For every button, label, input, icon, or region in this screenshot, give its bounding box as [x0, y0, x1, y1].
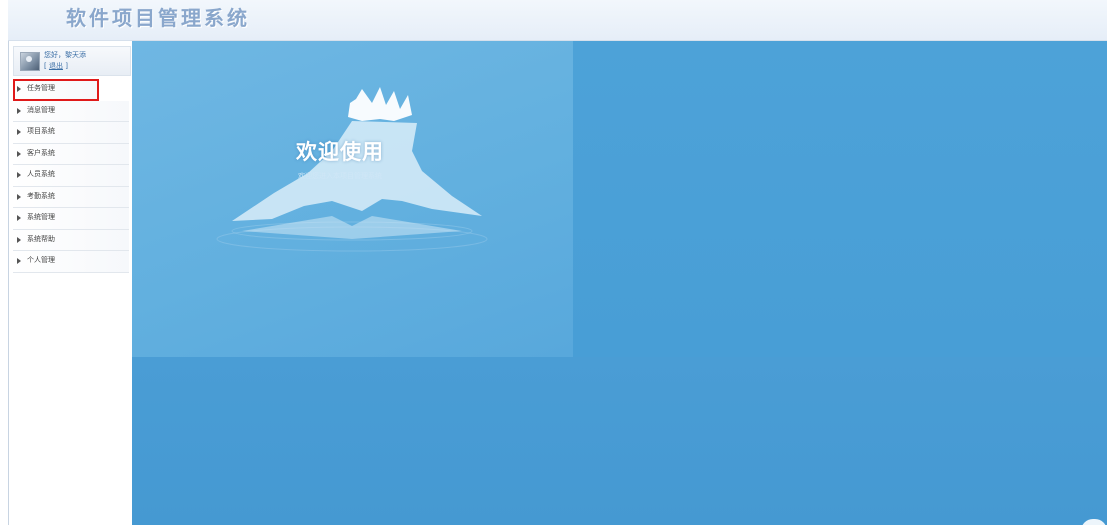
triangle-right-icon	[17, 258, 21, 264]
sidebar: 您好，黎天添 [ 退出 ] 任务管理 消息管理 项目系统 客户系统 人员系统 考…	[8, 41, 134, 525]
main-background-right	[573, 41, 1107, 357]
sidebar-item-label: 考勤系统	[27, 191, 55, 200]
sidebar-item-message-management[interactable]: 消息管理	[13, 100, 129, 122]
sidebar-item-system-management[interactable]: 系统管理	[13, 208, 129, 230]
triangle-right-icon	[17, 215, 21, 221]
app-title: 软件项目管理系统	[66, 6, 250, 30]
logout-bracket-close: ]	[65, 62, 68, 70]
app-header: 软件项目管理系统	[8, 0, 1107, 41]
main-content: 欢迎使用 欢迎您进入本项目管理系统	[132, 41, 1107, 525]
sidebar-item-staff-system[interactable]: 人员系统	[13, 165, 129, 187]
main-background-lower	[132, 357, 1107, 525]
sidebar-item-label: 系统管理	[27, 213, 55, 221]
app-window: 软件项目管理系统 您好，黎天添 [ 退出 ] 任务管理 消息管理 项目系统 客户…	[8, 0, 1107, 525]
sidebar-nav: 任务管理 消息管理 项目系统 客户系统 人员系统 考勤系统 系统管理 系统帮助 …	[13, 79, 129, 273]
user-greeting: 您好，黎天添	[44, 51, 86, 59]
sidebar-item-label: 客户系统	[27, 148, 55, 157]
sidebar-item-project-system[interactable]: 项目系统	[13, 122, 129, 144]
logout-bracket-open: [	[44, 62, 47, 70]
welcome-subtitle: 欢迎您进入本项目管理系统	[298, 172, 382, 180]
triangle-right-icon	[17, 236, 21, 243]
triangle-right-icon	[17, 129, 21, 135]
sidebar-item-label: 个人管理	[27, 256, 55, 264]
sidebar-item-task-management[interactable]: 任务管理	[13, 79, 99, 101]
sidebar-item-label: 系统帮助	[27, 234, 55, 243]
user-avatar-icon	[20, 52, 40, 71]
sidebar-item-customer-system[interactable]: 客户系统	[13, 143, 129, 165]
triangle-right-icon	[17, 86, 21, 92]
logout-area: [ 退出 ]	[44, 61, 68, 71]
sidebar-item-attendance-system[interactable]: 考勤系统	[13, 186, 129, 208]
crown-emblem	[216, 87, 488, 252]
sidebar-item-label: 任务管理	[27, 84, 55, 92]
triangle-right-icon	[17, 107, 21, 114]
sidebar-item-label: 人员系统	[27, 170, 55, 178]
sidebar-item-personal-management[interactable]: 个人管理	[13, 251, 129, 273]
welcome-title: 欢迎使用	[296, 140, 384, 164]
triangle-right-icon	[17, 172, 21, 178]
sidebar-item-system-help[interactable]: 系统帮助	[13, 229, 129, 251]
sidebar-item-label: 消息管理	[27, 105, 55, 114]
triangle-right-icon	[17, 193, 21, 200]
triangle-right-icon	[17, 150, 21, 157]
logout-link[interactable]: 退出	[49, 62, 63, 70]
sidebar-item-label: 项目系统	[27, 127, 55, 135]
user-panel: 您好，黎天添 [ 退出 ]	[13, 46, 131, 76]
